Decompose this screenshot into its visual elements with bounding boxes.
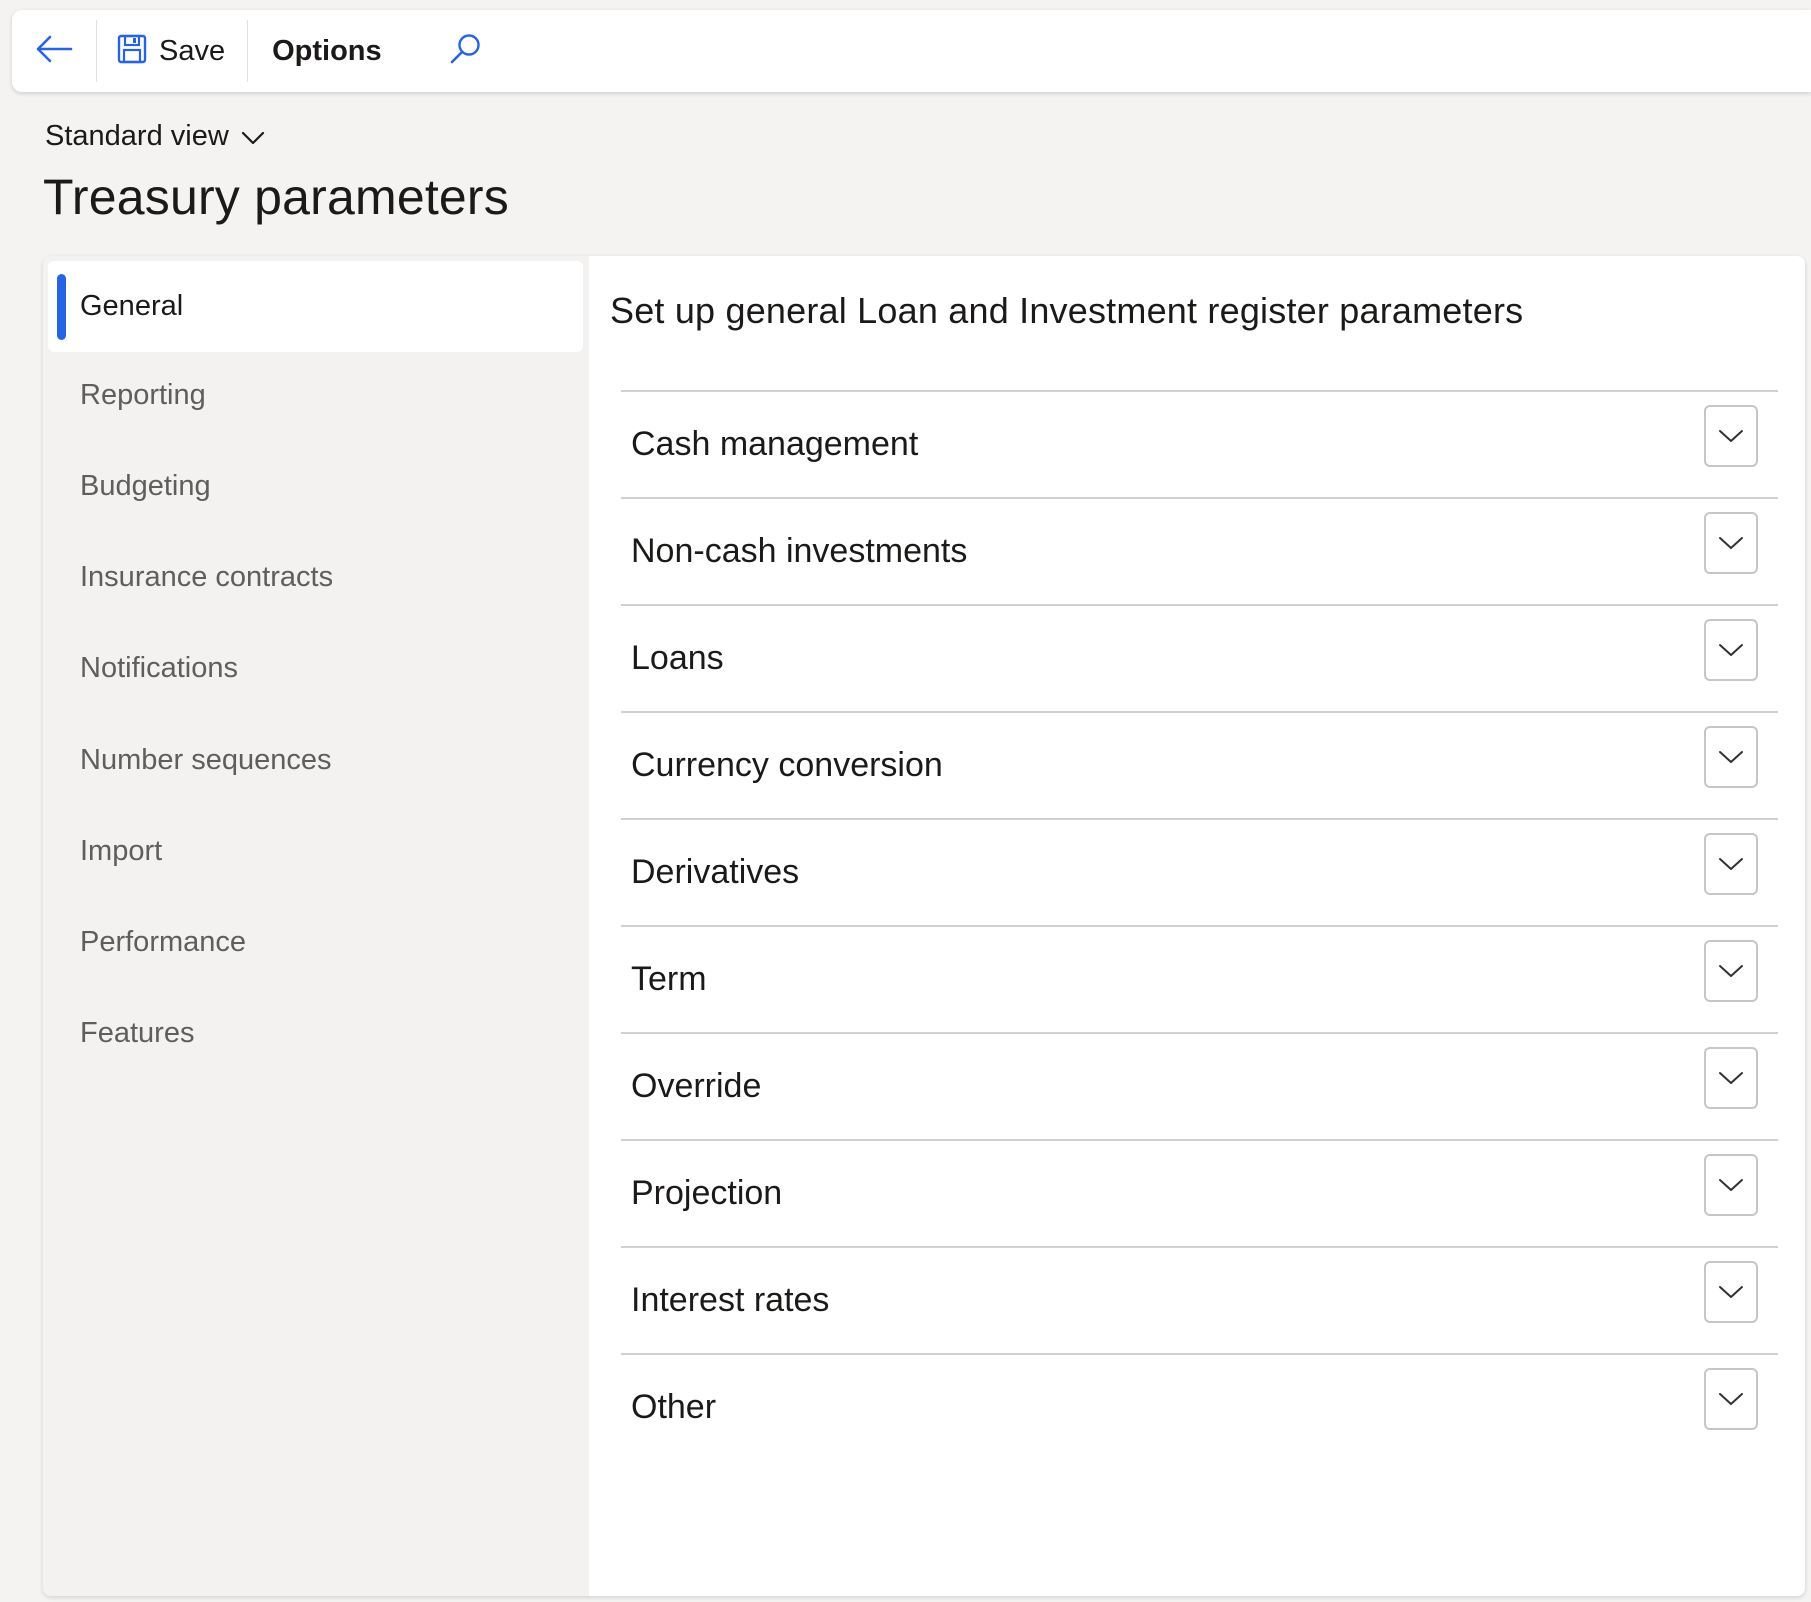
fasttab-term[interactable]: Term (621, 927, 1778, 1034)
fasttab-label: Override (631, 1067, 762, 1105)
sidebar-item-number-sequences[interactable]: Number sequences (48, 715, 583, 806)
expand-button[interactable] (1704, 1368, 1758, 1430)
sidebar-item-label: General (80, 290, 184, 322)
expand-button[interactable] (1704, 1047, 1758, 1109)
sidebar-item-label: Reporting (80, 379, 206, 411)
sidebar-item-general[interactable]: General (48, 261, 583, 352)
arrow-left-icon (35, 34, 73, 69)
expand-button[interactable] (1704, 619, 1758, 681)
sidebar-item-label: Import (80, 835, 163, 867)
fasttab-label: Other (631, 1388, 717, 1426)
sidebar-nav: General Reporting Budgeting Insurance co… (43, 256, 589, 1596)
chevron-down-icon (1719, 644, 1743, 656)
fasttab-list: Cash management Non-cash investments Loa… (621, 390, 1778, 1460)
action-pane: Save Options (12, 10, 1811, 92)
fasttab-override[interactable]: Override (621, 1034, 1778, 1141)
expand-button[interactable] (1704, 726, 1758, 788)
page-title: Treasury parameters (43, 169, 509, 225)
fasttab-non-cash-investments[interactable]: Non-cash investments (621, 499, 1778, 606)
search-button[interactable] (406, 10, 502, 92)
floppy-disk-icon (117, 34, 147, 69)
fasttab-label: Cash management (631, 425, 919, 463)
parameters-panel: General Reporting Budgeting Insurance co… (43, 256, 1805, 1596)
section-title: Set up general Loan and Investment regis… (610, 290, 1524, 331)
chevron-down-icon (1719, 751, 1743, 763)
fasttab-label: Term (631, 960, 707, 998)
sidebar-item-label: Features (80, 1017, 195, 1049)
fasttab-interest-rates[interactable]: Interest rates (621, 1248, 1778, 1355)
sidebar-item-performance[interactable]: Performance (48, 897, 583, 988)
fasttab-label: Derivatives (631, 853, 800, 891)
chevron-down-icon (1719, 965, 1743, 977)
chevron-down-icon (1719, 1393, 1743, 1405)
search-icon (448, 32, 482, 71)
sidebar-item-reporting[interactable]: Reporting (48, 350, 583, 441)
sidebar-item-label: Number sequences (80, 744, 332, 776)
content-area: Set up general Loan and Investment regis… (589, 256, 1805, 1596)
fasttab-label: Currency conversion (631, 746, 943, 784)
expand-button[interactable] (1704, 1154, 1758, 1216)
sidebar-item-features[interactable]: Features (48, 988, 583, 1079)
expand-button[interactable] (1704, 405, 1758, 467)
expand-button[interactable] (1704, 833, 1758, 895)
back-button[interactable] (12, 10, 96, 92)
chevron-down-icon (229, 120, 265, 153)
sidebar-item-label: Insurance contracts (80, 561, 334, 593)
save-label: Save (159, 34, 226, 67)
chevron-down-icon (1719, 1072, 1743, 1084)
sidebar-item-label: Performance (80, 926, 247, 958)
chevron-down-icon (1719, 858, 1743, 870)
view-label: Standard view (45, 120, 229, 152)
sidebar-item-notifications[interactable]: Notifications (48, 623, 583, 714)
sidebar-item-insurance-contracts[interactable]: Insurance contracts (48, 532, 583, 623)
expand-button[interactable] (1704, 940, 1758, 1002)
expand-button[interactable] (1704, 1261, 1758, 1323)
fasttab-derivatives[interactable]: Derivatives (621, 820, 1778, 927)
fasttab-label: Interest rates (631, 1281, 830, 1319)
fasttab-label: Projection (631, 1174, 783, 1212)
view-selector[interactable]: Standard view (45, 120, 265, 153)
sidebar-item-import[interactable]: Import (48, 806, 583, 897)
fasttab-loans[interactable]: Loans (621, 606, 1778, 713)
chevron-down-icon (1719, 1179, 1743, 1191)
sidebar-item-label: Budgeting (80, 470, 211, 502)
fasttab-label: Loans (631, 639, 724, 677)
chevron-down-icon (1719, 537, 1743, 549)
fasttab-other[interactable]: Other (621, 1355, 1778, 1460)
expand-button[interactable] (1704, 512, 1758, 574)
chevron-down-icon (1719, 430, 1743, 442)
options-tab[interactable]: Options (248, 10, 406, 92)
sidebar-item-budgeting[interactable]: Budgeting (48, 441, 583, 532)
save-button[interactable]: Save (97, 10, 247, 92)
fasttab-currency-conversion[interactable]: Currency conversion (621, 713, 1778, 820)
fasttab-cash-management[interactable]: Cash management (621, 392, 1778, 499)
fasttab-projection[interactable]: Projection (621, 1141, 1778, 1248)
chevron-down-icon (1719, 1286, 1743, 1298)
fasttab-label: Non-cash investments (631, 532, 968, 570)
sidebar-item-label: Notifications (80, 652, 238, 684)
